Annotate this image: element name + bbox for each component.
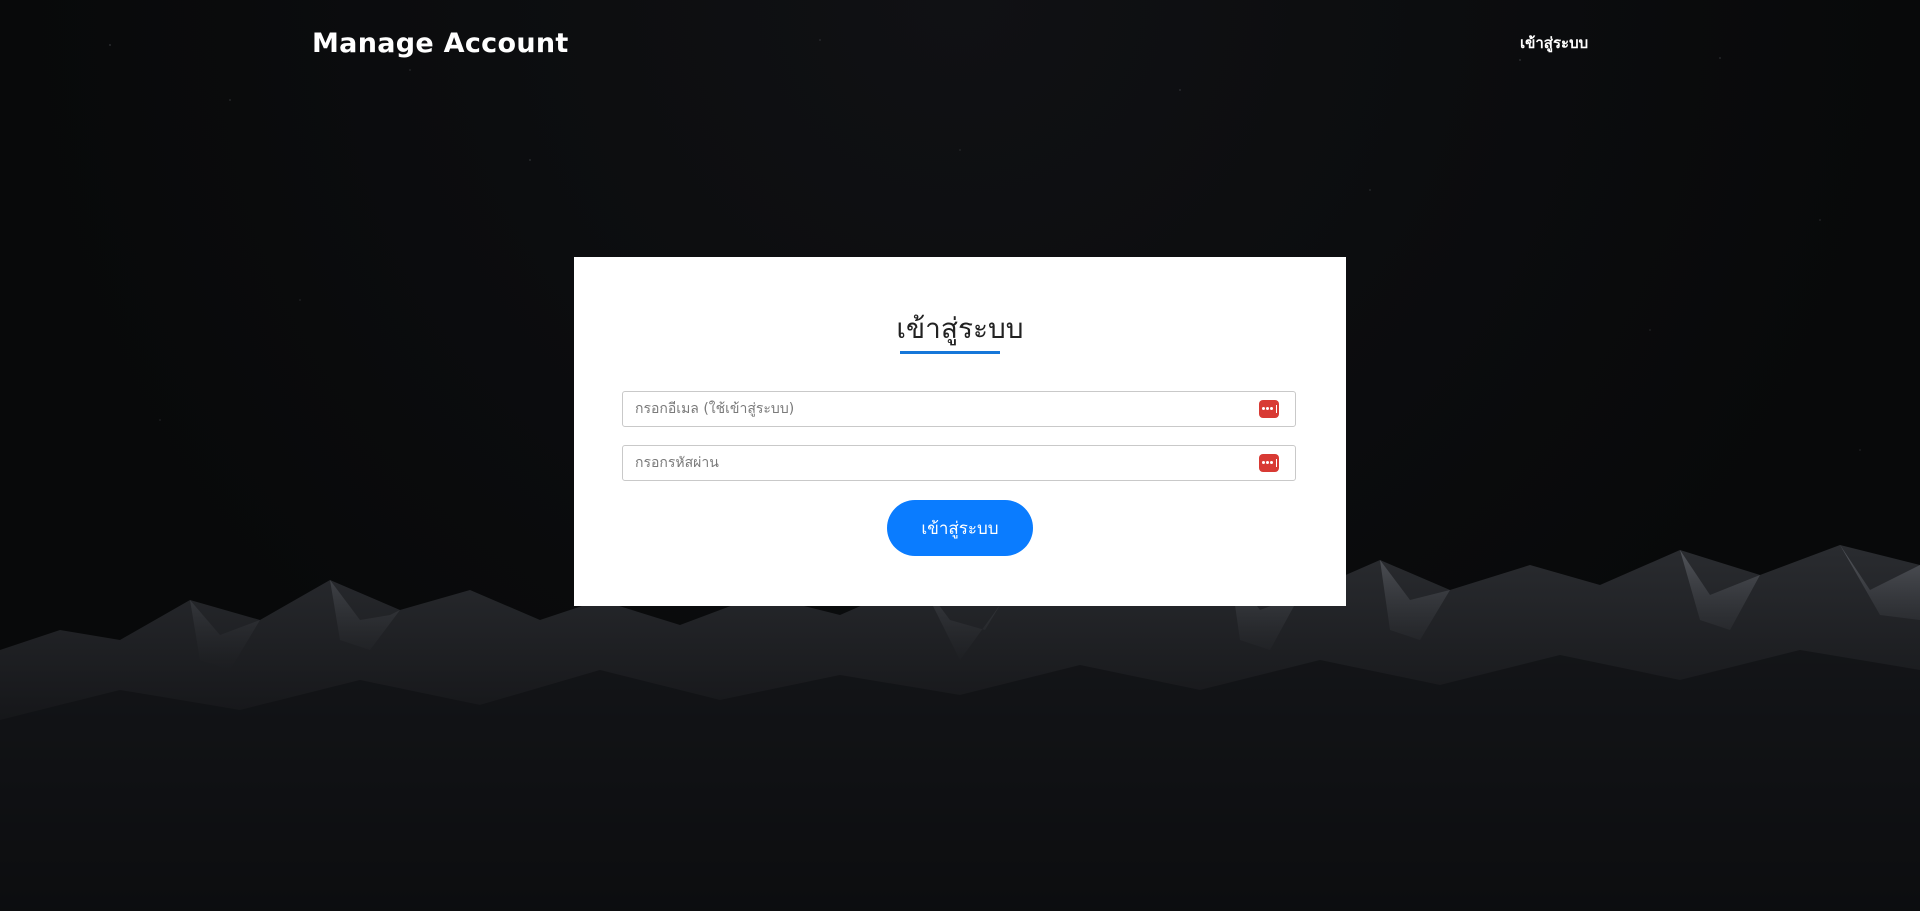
login-card: เข้าสู่ระบบ เข้าสู่ระบบ xyxy=(574,257,1346,606)
icon-dot xyxy=(1270,407,1273,410)
icon-dot xyxy=(1266,461,1269,464)
password-input[interactable] xyxy=(623,446,1243,480)
icon-dot xyxy=(1262,461,1265,464)
email-input[interactable] xyxy=(623,392,1243,426)
icon-dot xyxy=(1266,407,1269,410)
email-field-wrapper xyxy=(622,391,1296,427)
password-manager-icon[interactable] xyxy=(1259,400,1279,418)
password-manager-icon[interactable] xyxy=(1259,454,1279,472)
icon-dots xyxy=(1262,461,1276,465)
app-title: Manage Account xyxy=(312,28,569,59)
header-login-link[interactable]: เข้าสู่ระบบ xyxy=(1520,32,1588,54)
icon-bar xyxy=(1275,459,1277,467)
icon-dot xyxy=(1270,461,1273,464)
password-field-wrapper xyxy=(622,445,1296,481)
login-card-title: เข้าสู่ระบบ xyxy=(896,312,1024,345)
title-underline xyxy=(900,351,1000,354)
icon-dots xyxy=(1262,407,1276,411)
icon-bar xyxy=(1275,405,1277,413)
icon-dot xyxy=(1262,407,1265,410)
login-submit-button[interactable]: เข้าสู่ระบบ xyxy=(887,500,1033,556)
